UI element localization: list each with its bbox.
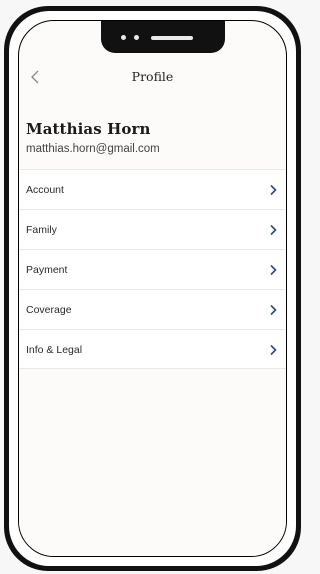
speaker-grille xyxy=(151,36,193,40)
menu-item-label: Info & Legal xyxy=(26,344,83,356)
phone-frame: Profile Matthias Horn matthias.horn@gmai… xyxy=(4,6,301,571)
user-info: Matthias Horn matthias.horn@gmail.com xyxy=(26,120,160,155)
chevron-right-icon xyxy=(270,184,277,196)
camera-dot xyxy=(121,35,126,40)
menu-item-payment[interactable]: Payment xyxy=(19,249,286,289)
menu-item-label: Account xyxy=(26,184,64,196)
chevron-right-icon xyxy=(270,224,277,236)
menu-item-label: Family xyxy=(26,224,57,236)
user-email: matthias.horn@gmail.com xyxy=(26,143,160,155)
chevron-right-icon xyxy=(270,264,277,276)
menu-item-family[interactable]: Family xyxy=(19,209,286,249)
menu-item-account[interactable]: Account xyxy=(19,169,286,209)
menu-item-label: Payment xyxy=(26,264,68,276)
chevron-right-icon xyxy=(270,344,277,356)
menu-item-label: Coverage xyxy=(26,304,72,316)
menu-item-coverage[interactable]: Coverage xyxy=(19,289,286,329)
profile-menu: Account Family Payment Coverage Info & L… xyxy=(19,169,286,369)
page-title: Profile xyxy=(131,69,174,84)
chevron-right-icon xyxy=(270,304,277,316)
top-bar: Profile xyxy=(19,55,286,101)
phone-bezel: Profile Matthias Horn matthias.horn@gmai… xyxy=(9,11,296,566)
notch xyxy=(101,21,225,53)
sensor-dot xyxy=(134,35,139,40)
profile-content: Matthias Horn matthias.horn@gmail.com Ac… xyxy=(19,101,286,556)
user-name: Matthias Horn xyxy=(26,120,151,138)
menu-item-info-legal[interactable]: Info & Legal xyxy=(19,329,286,369)
phone-screen: Profile Matthias Horn matthias.horn@gmai… xyxy=(18,20,287,557)
